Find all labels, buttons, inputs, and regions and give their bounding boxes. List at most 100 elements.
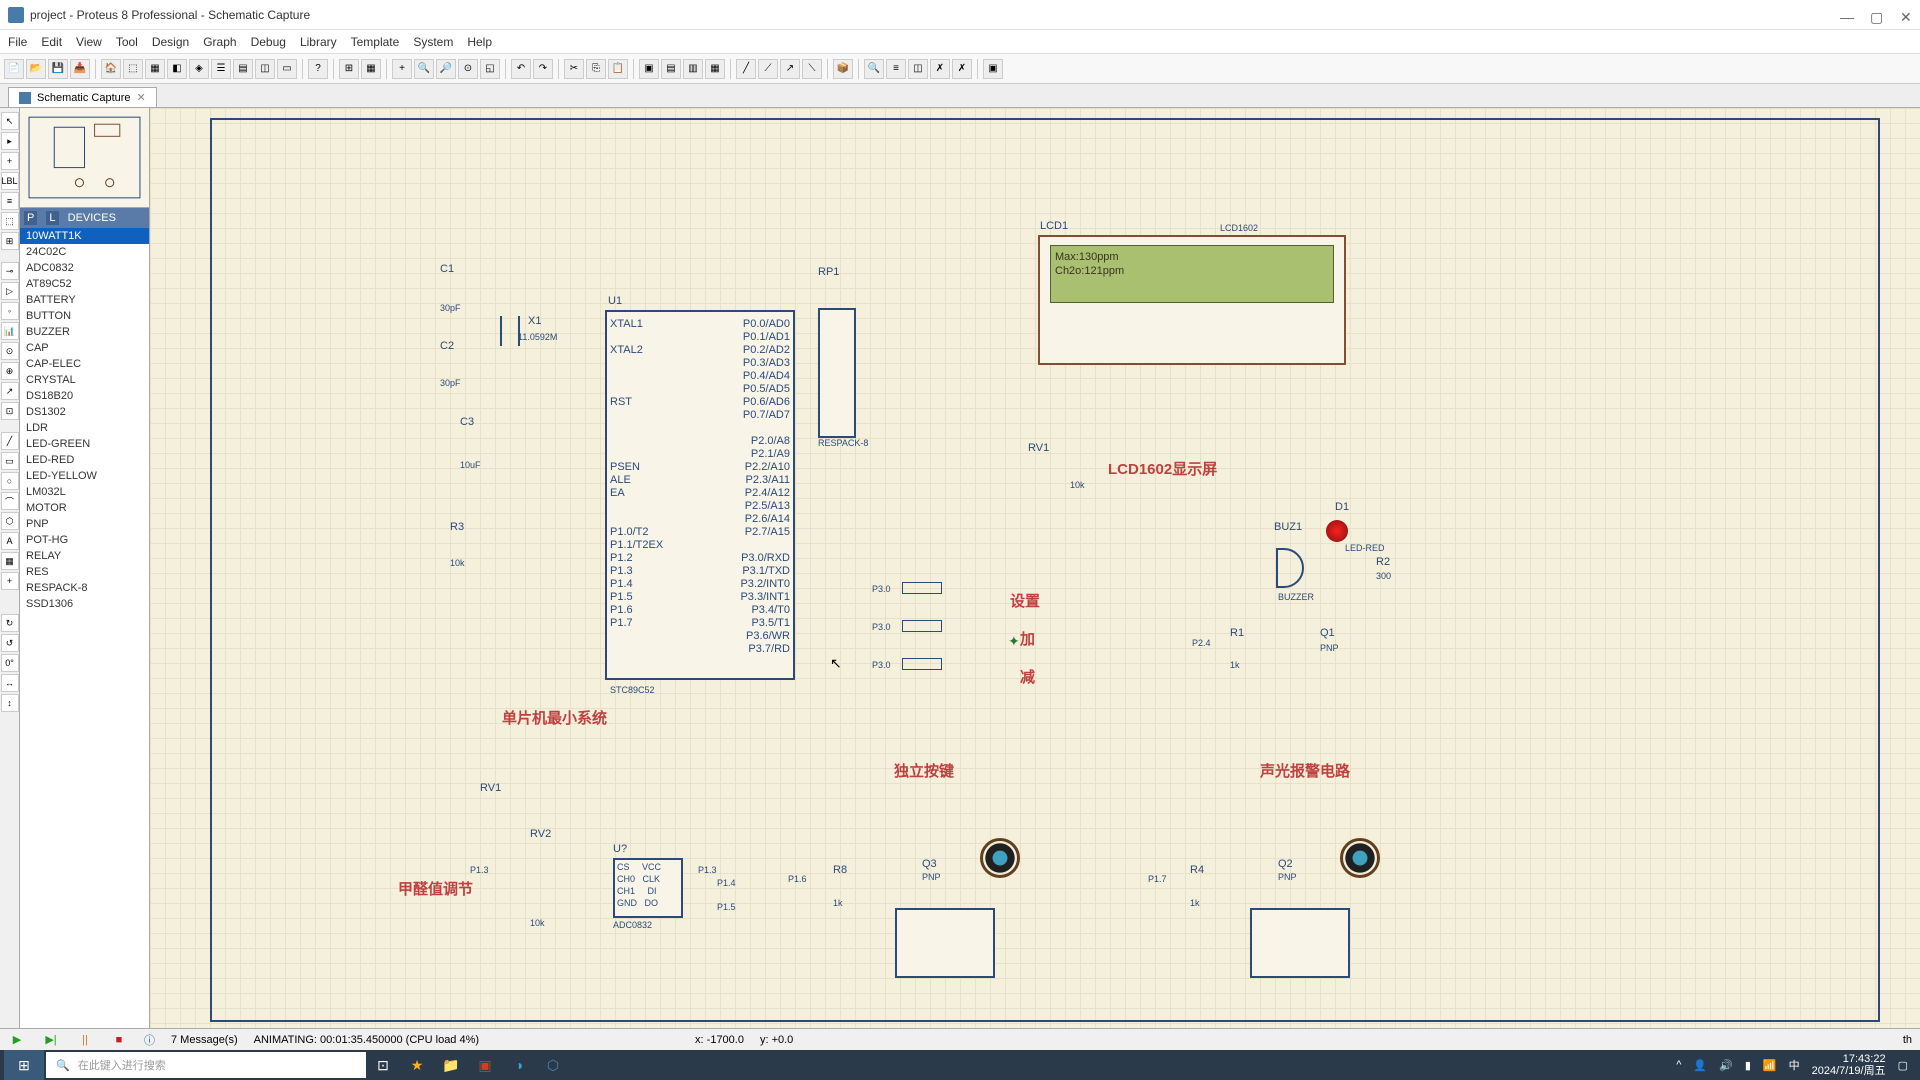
device-led-yellow[interactable]: LED-YELLOW [20,468,149,484]
button-add[interactable] [902,620,942,632]
zoomin-button[interactable]: 🔍 [414,59,434,79]
button-sub[interactable] [902,658,942,670]
device-crystal[interactable]: CRYSTAL [20,372,149,388]
tool-button[interactable]: ◫ [255,59,275,79]
device-relay[interactable]: RELAY [20,548,149,564]
arc-tool[interactable]: ⌒ [1,492,19,510]
wire4-button[interactable]: ⟍ [802,59,822,79]
subcircuit-tool[interactable]: ⊞ [1,232,19,250]
stop-button[interactable]: ■ [110,1031,128,1049]
grid-button[interactable]: ⊞ [339,59,359,79]
erc2-button[interactable]: ✗ [952,59,972,79]
device-led-green[interactable]: LED-GREEN [20,436,149,452]
undo-button[interactable]: ↶ [511,59,531,79]
open-button[interactable]: 📂 [26,59,46,79]
menu-graph[interactable]: Graph [203,35,236,49]
relay-purifier[interactable] [1250,908,1350,978]
menu-edit[interactable]: Edit [41,35,62,49]
device-ds18b20[interactable]: DS18B20 [20,388,149,404]
tray-people-icon[interactable]: 👤 [1693,1059,1707,1072]
3d-button[interactable]: ◧ [167,59,187,79]
select-tool[interactable]: ↖ [1,112,19,130]
save-button[interactable]: 💾 [48,59,68,79]
device-res[interactable]: RES [20,564,149,580]
terminal-tool[interactable]: ⊸ [1,262,19,280]
paste-button[interactable]: 📋 [608,59,628,79]
tape-tool[interactable]: ⊙ [1,342,19,360]
text-tool[interactable]: ≡ [1,192,19,210]
wire3-button[interactable]: ↗ [780,59,800,79]
box-tool[interactable]: ▭ [1,452,19,470]
device-24c02c[interactable]: 24C02C [20,244,149,260]
task-ppt[interactable]: ▣ [471,1051,499,1079]
task-view-button[interactable]: ⊡ [369,1051,397,1079]
tray-volume-icon[interactable]: 🔊 [1719,1059,1733,1072]
text2-tool[interactable]: A [1,532,19,550]
chip-rp1[interactable] [818,308,856,438]
device-at89c52[interactable]: AT89C52 [20,276,149,292]
wire-button[interactable]: ╱ [736,59,756,79]
flip-h-tool[interactable]: ↔ [1,674,19,692]
erc-button[interactable]: ✗ [930,59,950,79]
motor-fan[interactable] [980,838,1020,878]
device-buzzer[interactable]: BUZZER [20,324,149,340]
component-tool[interactable]: ▸ [1,132,19,150]
angle-tool[interactable]: 0° [1,654,19,672]
menu-tool[interactable]: Tool [116,35,138,49]
last-button[interactable]: ▣ [983,59,1003,79]
copy-button[interactable]: ⎘ [586,59,606,79]
junction-tool[interactable]: + [1,152,19,170]
minimize-button[interactable]: — [1840,9,1852,21]
probe-tool[interactable]: ↗ [1,382,19,400]
device-pnp[interactable]: PNP [20,516,149,532]
device-button[interactable]: BUTTON [20,308,149,324]
device-ssd1306[interactable]: SSD1306 [20,596,149,612]
import-button[interactable]: 📥 [70,59,90,79]
help-button[interactable]: ? [308,59,328,79]
label-tool[interactable]: LBL [1,172,19,190]
code-button[interactable]: ▤ [233,59,253,79]
rotate-cw-tool[interactable]: ↻ [1,614,19,632]
block-button[interactable]: ▣ [639,59,659,79]
zoomarea-button[interactable]: ◱ [480,59,500,79]
tray-wifi-icon[interactable]: 📶 [1763,1059,1777,1072]
block4-button[interactable]: ▦ [705,59,725,79]
tab-schematic[interactable]: Schematic Capture ✕ [8,87,157,107]
menu-debug[interactable]: Debug [251,35,286,49]
task-proteus[interactable]: ⬡ [539,1051,567,1079]
home-button[interactable]: 🏠 [101,59,121,79]
menu-template[interactable]: Template [351,35,400,49]
device-ldr[interactable]: LDR [20,420,149,436]
menu-design[interactable]: Design [152,35,189,49]
menu-library[interactable]: Library [300,35,337,49]
search-box[interactable]: 🔍 在此键入进行搜索 [46,1052,366,1078]
clock-date[interactable]: 2024/7/19/周五 [1812,1065,1886,1077]
bom-button[interactable]: ☰ [211,59,231,79]
pin-tool[interactable]: ◦ [1,302,19,320]
tray-battery-icon[interactable]: ▮ [1745,1059,1751,1072]
zoomout-button[interactable]: 🔎 [436,59,456,79]
play-button[interactable]: ▶ [8,1031,26,1049]
messages-count[interactable]: 7 Message(s) [171,1034,238,1046]
tray-ime-icon[interactable]: 中 [1789,1057,1800,1073]
notification-button[interactable]: ▢ [1898,1059,1908,1072]
pause-button[interactable]: || [76,1031,94,1049]
block3-button[interactable]: ▥ [683,59,703,79]
symbol-tool[interactable]: ▦ [1,552,19,570]
center-button[interactable]: + [392,59,412,79]
motor-purifier[interactable] [1340,838,1380,878]
cut-button[interactable]: ✂ [564,59,584,79]
task-app1[interactable]: ◑ [505,1051,533,1079]
maximize-button[interactable]: ▢ [1870,9,1882,21]
crystal-x1[interactable] [500,316,520,346]
tool2-button[interactable]: ▭ [277,59,297,79]
pkg-button[interactable]: 📦 [833,59,853,79]
schematic-canvas[interactable]: U1 STC89C52 XTAL1 XTAL2 RST PSENALEEA P1… [150,108,1920,1032]
device-cap-elec[interactable]: CAP-ELEC [20,356,149,372]
netlist-button[interactable]: ◫ [908,59,928,79]
device-tool[interactable]: ▷ [1,282,19,300]
wire2-button[interactable]: ⟋ [758,59,778,79]
device-cap[interactable]: CAP [20,340,149,356]
device-lm032l[interactable]: LM032L [20,484,149,500]
generator-tool[interactable]: ⊕ [1,362,19,380]
